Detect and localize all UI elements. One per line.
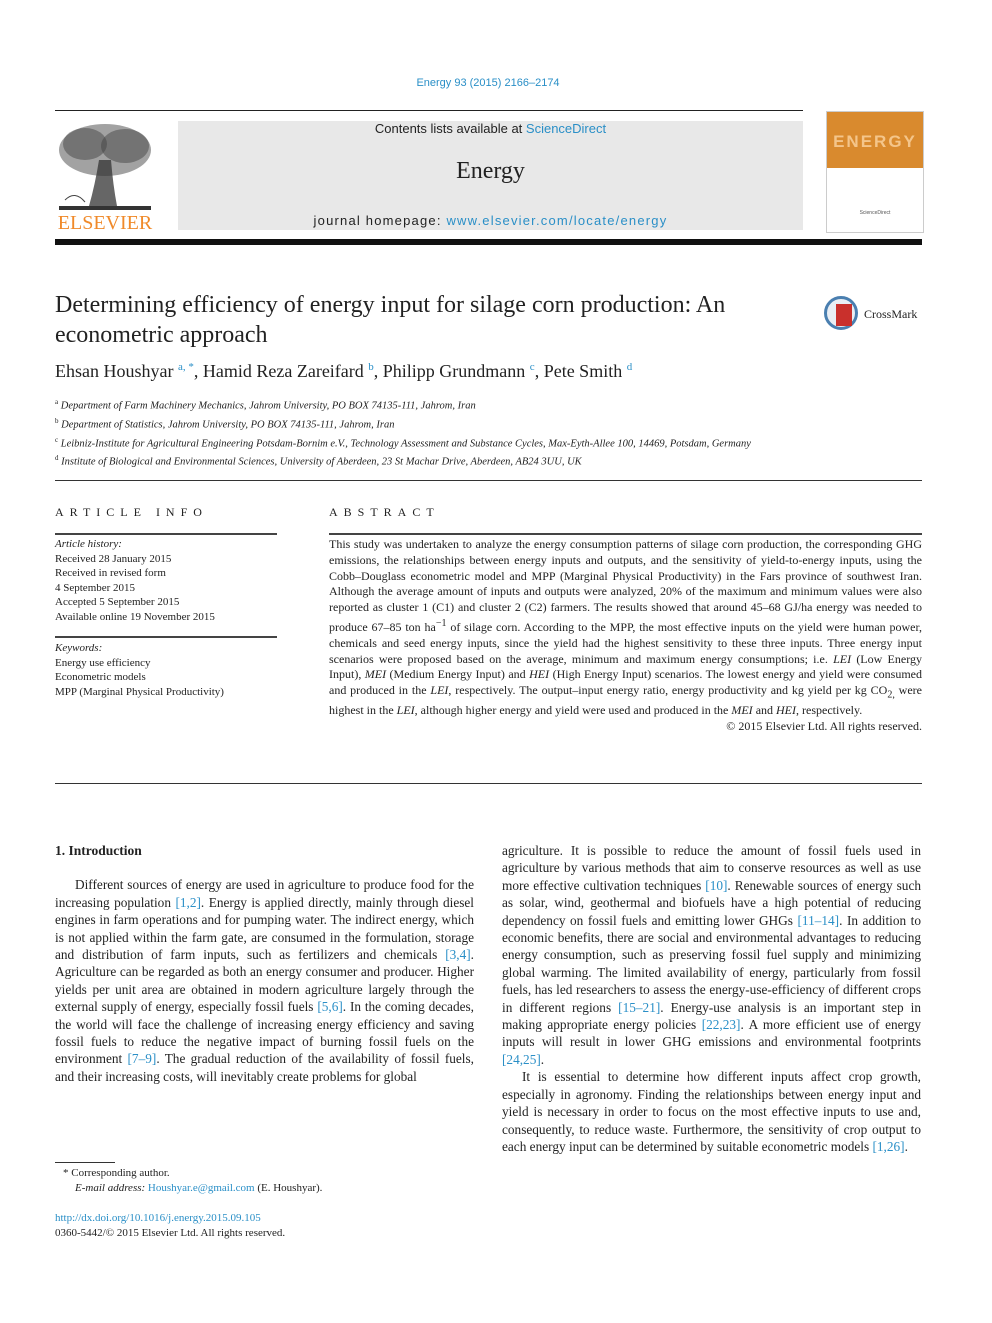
affiliation: a Department of Farm Machinery Mechanics… xyxy=(55,398,476,412)
journal-homepage-link[interactable]: www.elsevier.com/locate/energy xyxy=(446,213,667,228)
abstract-text: This study was undertaken to analyze the… xyxy=(329,537,922,734)
author-list: Ehsan Houshyar a, *, Hamid Reza Zareifar… xyxy=(55,361,633,381)
history-item: 4 September 2015 xyxy=(55,581,136,594)
author-affiliation-link[interactable]: b xyxy=(368,361,374,373)
footnote-rule xyxy=(55,1162,115,1163)
intro-paragraph: agriculture. It is possible to reduce th… xyxy=(502,843,922,1067)
doi-block: http://dx.doi.org/10.1016/j.energy.2015.… xyxy=(55,1211,475,1241)
citation-link[interactable]: [10] xyxy=(705,878,727,893)
affiliations: a Department of Farm Machinery Mechanics… xyxy=(55,395,815,470)
crossmark-label: CrossMark xyxy=(864,307,918,321)
keywords-rule xyxy=(55,636,277,638)
author-affiliation-link[interactable]: a, * xyxy=(178,361,194,373)
footnote: * Corresponding author. E-mail address: … xyxy=(55,1166,475,1196)
abstract-heading: ABSTRACT xyxy=(329,505,440,519)
contents-line: Contents lists available at ScienceDirec… xyxy=(178,121,803,136)
masthead-thick-rule xyxy=(55,239,922,245)
citation-link[interactable]: [1,26] xyxy=(872,1139,904,1154)
article-history-label: Article history: xyxy=(55,538,122,550)
doi-link[interactable]: http://dx.doi.org/10.1016/j.energy.2015.… xyxy=(55,1212,261,1224)
intro-paragraph: It is essential to determine how differe… xyxy=(502,1069,921,1154)
citation-link[interactable]: [22,23] xyxy=(702,1017,741,1032)
citation-link[interactable]: [7–9] xyxy=(128,1051,157,1066)
section-rule xyxy=(55,480,922,481)
elsevier-wordmark: ELSEVIER xyxy=(57,212,153,234)
body-column-left: 1. Introduction Different sources of ene… xyxy=(55,842,474,1085)
affiliation: b Department of Statistics, Jahrom Unive… xyxy=(55,416,395,431)
journal-cover-thumbnail[interactable]: ENERGY ScienceDirect xyxy=(826,111,924,233)
journal-reference[interactable]: Energy 93 (2015) 2166–2174 xyxy=(0,77,976,89)
author-name[interactable]: Philipp Grundmann xyxy=(383,361,526,381)
keyword: MPP (Marginal Physical Productivity) xyxy=(55,685,224,698)
citation-link[interactable]: [3,4] xyxy=(445,947,470,962)
tree-icon xyxy=(59,124,151,210)
affiliation: d Institute of Biological and Environmen… xyxy=(55,454,582,468)
history-item: Accepted 5 September 2015 xyxy=(55,596,180,608)
history-item: Received in revised form xyxy=(55,567,166,579)
citation-link[interactable]: [5,6] xyxy=(317,999,342,1014)
email-label: E-mail address: xyxy=(75,1182,148,1194)
keywords-label: Keywords: xyxy=(55,642,103,654)
body-column-right: agriculture. It is possible to reduce th… xyxy=(502,842,921,1155)
header-rule xyxy=(55,110,803,111)
history-item: Available online 19 November 2015 xyxy=(55,610,215,623)
affiliation: c Leibniz-Institute for Agricultural Eng… xyxy=(55,435,751,450)
citation-link[interactable]: [11–14] xyxy=(797,913,839,928)
cover-title: ENERGY xyxy=(833,132,917,151)
sciencedirect-link[interactable]: ScienceDirect xyxy=(526,121,606,136)
author-name[interactable]: Ehsan Houshyar xyxy=(55,361,173,381)
citation-link[interactable]: [24,25] xyxy=(502,1052,541,1067)
email-line: E-mail address: Houshyar.e@gmail.com (E.… xyxy=(75,1182,323,1194)
elsevier-logo[interactable]: ELSEVIER xyxy=(55,120,155,234)
journal-name: Energy xyxy=(456,158,525,184)
article-info-heading: ARTICLE INFO xyxy=(55,505,208,519)
abstract-rule xyxy=(329,533,922,535)
keywords: Keywords: Energy use efficiency Economet… xyxy=(55,641,285,699)
email-link[interactable]: Houshyar.e@gmail.com xyxy=(148,1182,255,1194)
abstract-copyright: © 2015 Elsevier Ltd. All rights reserved… xyxy=(726,719,922,734)
homepage-prefix: journal homepage: xyxy=(313,213,447,228)
article-title: Determining efficiency of energy input f… xyxy=(55,292,726,348)
contents-prefix: Contents lists available at xyxy=(374,121,526,136)
journal-masthead: Contents lists available at ScienceDirec… xyxy=(178,121,803,230)
issn-copyright: 0360-5442/© 2015 Elsevier Ltd. All right… xyxy=(55,1227,286,1239)
author-affiliation-link[interactable]: d xyxy=(627,361,633,373)
corresponding-author-note: * Corresponding author. xyxy=(63,1167,170,1179)
article-info-rule xyxy=(55,533,277,535)
crossmark-badge[interactable]: CrossMark xyxy=(824,296,924,336)
homepage-line: journal homepage: www.elsevier.com/locat… xyxy=(178,213,803,228)
keyword: Econometric models xyxy=(55,671,146,683)
body-rule xyxy=(55,783,922,784)
citation-link[interactable]: [15–21] xyxy=(618,1000,660,1015)
citation-link[interactable]: [1,2] xyxy=(175,895,200,910)
intro-paragraph: Different sources of energy are used in … xyxy=(55,877,474,1084)
author-name[interactable]: Hamid Reza Zareifard xyxy=(203,361,364,381)
introduction-heading: 1. Introduction xyxy=(55,843,142,858)
history-item: Received 28 January 2015 xyxy=(55,552,172,565)
author-name[interactable]: Pete Smith xyxy=(544,361,623,381)
crossmark-icon xyxy=(824,296,858,330)
article-history: Article history: Received 28 January 201… xyxy=(55,537,285,624)
author-affiliation-link[interactable]: c xyxy=(530,361,535,373)
cover-footer: ScienceDirect xyxy=(859,210,891,216)
keyword: Energy use efficiency xyxy=(55,656,151,669)
